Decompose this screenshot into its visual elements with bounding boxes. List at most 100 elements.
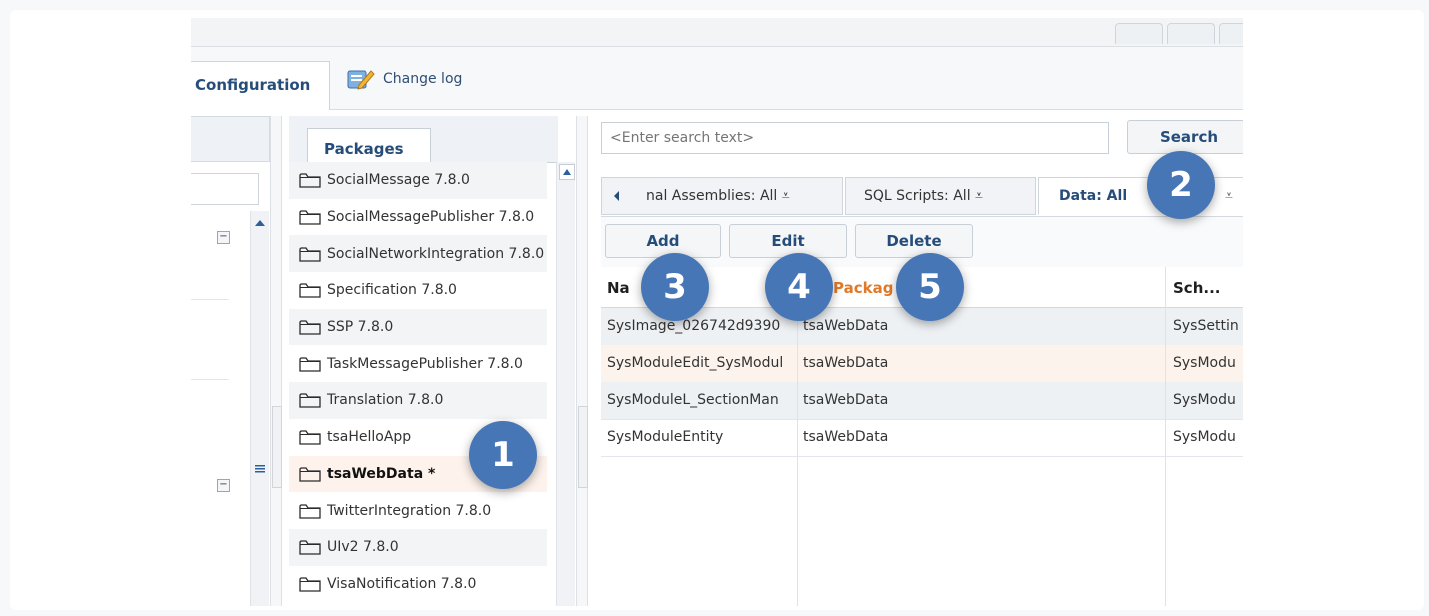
package-label: Translation 7.8.0 (327, 392, 444, 409)
tab-changelog-label: Change log (383, 71, 463, 87)
cell-schema: SysModu (1173, 392, 1236, 408)
cell-package: tsaWebData (803, 429, 889, 445)
package-item[interactable]: Specification 7.8.0 (289, 272, 547, 309)
folder-icon (299, 577, 321, 592)
package-label: TaskMessagePublisher 7.8.0 (327, 355, 523, 372)
toolbar-button-3[interactable] (1219, 23, 1243, 44)
tab-sql-scripts[interactable]: SQL Scripts: All ⩡ (845, 177, 1036, 215)
folder-icon (299, 393, 321, 409)
package-label: TwitterIntegration 7.8.0 (327, 502, 492, 519)
package-item[interactable]: TwitterIntegration 7.8.0 (289, 492, 547, 529)
scroll-up-button[interactable] (559, 164, 575, 180)
folder-icon (299, 210, 321, 225)
main-tab-bar: Configuration Change log (191, 47, 1243, 110)
folder-icon (299, 173, 321, 188)
cell-name: SysModuleL_SectionMan (607, 392, 779, 408)
column-divider (1165, 267, 1166, 606)
edit-button[interactable]: Edit (729, 224, 847, 258)
column-schema-header[interactable]: Sch... (1173, 279, 1220, 297)
collapse-icon[interactable]: − (217, 231, 230, 244)
callout-badge-1: 1 (469, 421, 537, 489)
divider (191, 299, 229, 300)
package-label: UIv2 7.8.0 (327, 539, 399, 556)
add-button[interactable]: Add (605, 224, 721, 258)
changelog-icon (347, 70, 375, 90)
scroll-up-icon (563, 169, 571, 175)
folder-icon (299, 283, 321, 299)
package-item[interactable]: SocialMessagePublisher 7.8.0 (289, 199, 547, 236)
schema-panel: Search nal Assemblies: All ⩡ SQL Scripts… (595, 116, 1243, 606)
chevron-left-icon[interactable] (612, 190, 622, 202)
scroll-up-icon[interactable] (252, 217, 268, 229)
toolbar-button-1[interactable] (1115, 23, 1163, 44)
left-filter-input[interactable] (191, 173, 259, 205)
app-window: Configuration Change log − − Packages So… (191, 18, 1243, 606)
callout-badge-2: 2 (1147, 151, 1215, 219)
tab-packages[interactable]: Packages (307, 128, 431, 164)
tab-configuration-label: Configuration (195, 76, 311, 94)
package-label: VisaNotification 7.8.0 (327, 575, 477, 592)
packages-panel: Packages SocialMessage 7.8.0 SocialMessag… (289, 116, 558, 606)
column-name-header[interactable]: Na (607, 279, 630, 297)
search-button[interactable]: Search (1127, 120, 1243, 154)
left-panel-header (191, 116, 270, 162)
callout-badge-3: 3 (641, 253, 709, 321)
tab-packages-label: Packages (324, 140, 404, 158)
folder-icon (299, 320, 321, 335)
cell-package: tsaWebData (803, 355, 889, 371)
package-item[interactable]: VisaNotification 7.8.0 (289, 566, 547, 603)
delete-button[interactable]: Delete (855, 224, 973, 258)
folder-icon (299, 540, 321, 555)
package-label: tsaHelloApp (327, 429, 412, 446)
divider (191, 379, 229, 380)
callout-badge-4: 4 (765, 253, 833, 321)
cell-schema: SysSettin (1173, 318, 1239, 334)
cell-name: SysModuleEdit_SysModul (607, 355, 784, 371)
toolbar-button-2[interactable] (1167, 23, 1215, 44)
tab-assemblies-label: nal Assemblies: All ⩡ (646, 188, 790, 204)
package-item[interactable]: TaskMessagePublisher 7.8.0 (289, 345, 547, 382)
top-toolbar (191, 18, 1243, 47)
tab-sql-scripts-label: SQL Scripts: All ⩡ (864, 188, 983, 204)
packages-scrollbar[interactable] (556, 162, 575, 606)
package-item[interactable]: Translation 7.8.0 (289, 382, 547, 419)
table-row[interactable]: SysModuleEntity tsaWebData SysModu (601, 419, 1243, 457)
packages-list: SocialMessage 7.8.0 SocialMessagePublishe… (289, 162, 547, 602)
package-label: SocialMessage 7.8.0 (327, 172, 470, 189)
splitter-grip[interactable] (578, 406, 588, 488)
search-input[interactable] (601, 122, 1109, 154)
package-label: SocialNetworkIntegration 7.8.0 (327, 245, 545, 262)
package-label: Specification 7.8.0 (327, 282, 457, 299)
collapse-icon[interactable]: − (217, 479, 230, 492)
cell-schema: SysModu (1173, 429, 1236, 445)
cell-package: tsaWebData (803, 392, 889, 408)
splitter-grip[interactable] (272, 406, 282, 488)
tab-assemblies[interactable]: nal Assemblies: All ⩡ (601, 177, 843, 215)
folder-icon (299, 503, 321, 519)
folder-icon (299, 430, 321, 445)
cell-schema: SysModu (1173, 355, 1236, 371)
package-item[interactable]: UIv2 7.8.0 (289, 528, 547, 566)
tab-changelog[interactable]: Change log (347, 67, 462, 91)
splitter-right[interactable] (576, 116, 588, 606)
package-item[interactable]: SocialMessage 7.8.0 (289, 162, 547, 199)
cell-name: SysModuleEntity (607, 429, 724, 445)
package-item[interactable]: SSP 7.8.0 (289, 308, 547, 346)
left-scrollbar[interactable] (250, 211, 269, 606)
splitter-left[interactable] (270, 116, 282, 606)
package-item[interactable]: SocialNetworkIntegration 7.8.0 (289, 235, 547, 273)
table-row[interactable]: SysModuleL_SectionMan tsaWebData SysModu (601, 382, 1243, 420)
tab-data-label: Data: All (1059, 188, 1128, 204)
column-package-header[interactable]: Packag (833, 279, 893, 297)
callout-badge-5: 5 (896, 253, 964, 321)
cell-name: SysImage_026742d9390 (607, 318, 781, 334)
tab-configuration[interactable]: Configuration (191, 61, 330, 110)
folder-icon (299, 357, 321, 372)
package-label: SocialMessagePublisher 7.8.0 (327, 209, 535, 226)
filter-icon[interactable]: ⩡ (1225, 188, 1233, 204)
table-row[interactable]: SysModuleEdit_SysModul tsaWebData SysModu (601, 345, 1243, 383)
left-panel: − − (191, 116, 270, 606)
cell-package: tsaWebData (803, 318, 889, 334)
package-label: SSP 7.8.0 (327, 319, 394, 336)
menu-lines-icon (255, 465, 265, 473)
